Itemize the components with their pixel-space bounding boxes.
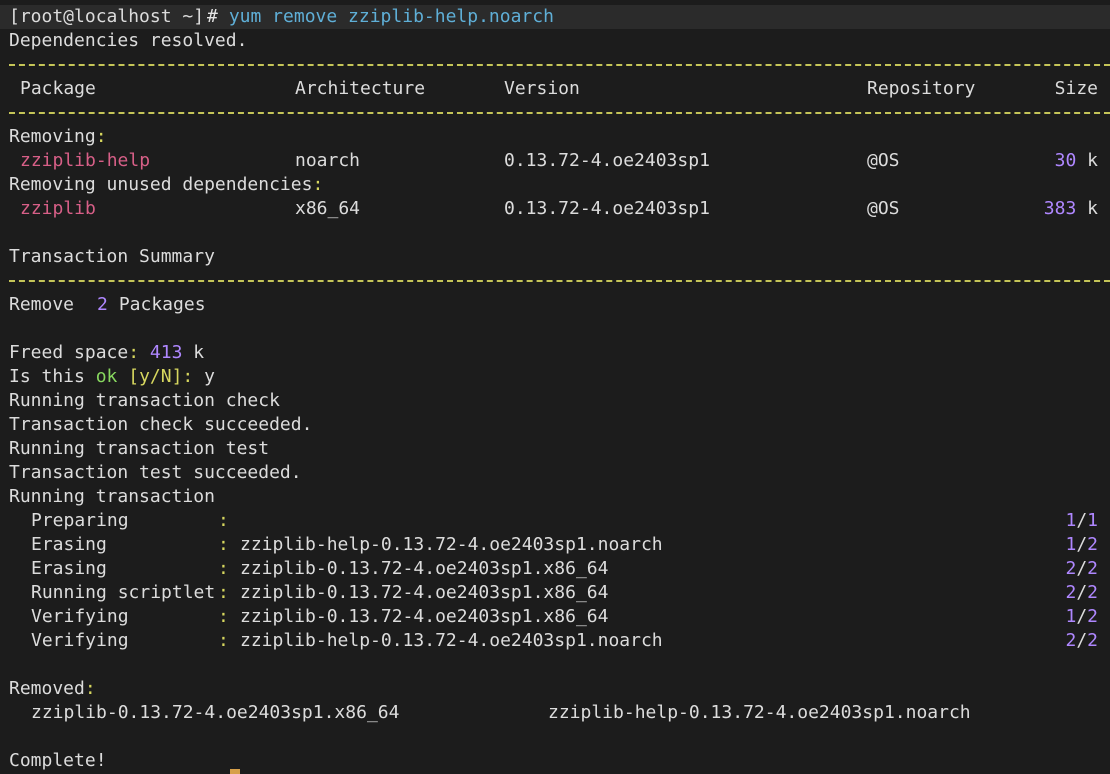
confirm-answer: y xyxy=(193,366,215,387)
terminal-cursor xyxy=(230,769,240,774)
step-action: Running scriptlet xyxy=(31,582,216,603)
step-row: Erasing : zziplib-0.13.72-4.oe2403sp1.x8… xyxy=(31,558,1098,579)
row-size-unit: k xyxy=(1076,150,1098,171)
header-version: Version xyxy=(504,78,580,99)
prompt-user-host: [root@localhost ~] xyxy=(9,6,205,27)
complete-text: Complete! xyxy=(9,750,107,771)
row-arch: noarch xyxy=(295,150,361,171)
header-architecture: Architecture xyxy=(295,78,426,99)
step-target: zziplib-0.13.72-4.oe2403sp1.x86_64 xyxy=(240,582,609,603)
remove-count-line: Remove 2 Packages xyxy=(0,293,1110,317)
step-target: zziplib-0.13.72-4.oe2403sp1.x86_64 xyxy=(240,558,609,579)
transaction-message: Running transaction xyxy=(9,486,215,507)
step-target: zziplib-0.13.72-4.oe2403sp1.x86_64 xyxy=(240,606,609,627)
step-progress-den: 2 xyxy=(1087,582,1098,603)
summary-title: Transaction Summary xyxy=(9,246,215,267)
freed-label: Freed space xyxy=(9,342,129,363)
deps-resolved-text: Dependencies resolved. xyxy=(9,30,248,51)
transaction-message: Running transaction check xyxy=(9,390,280,411)
section-title: Removing: xyxy=(9,126,107,147)
step-progress-num: 2 xyxy=(1065,558,1077,579)
separator-line xyxy=(0,269,1110,293)
separator-rule xyxy=(9,112,1110,114)
header-size: Size xyxy=(1054,78,1098,99)
table-row: zziplib x86_64 0.13.72-4.oe2403sp1 @OS 3… xyxy=(0,197,1110,221)
row-size-unit: k xyxy=(1076,198,1098,219)
step-progress-den: 2 xyxy=(1087,630,1098,651)
step-progress-den: 1 xyxy=(1087,510,1098,531)
step-progress-num: 1 xyxy=(1065,534,1077,555)
step-progress-den: 2 xyxy=(1087,606,1098,627)
row-arch: x86_64 xyxy=(295,198,361,219)
remove-label: Remove xyxy=(9,294,75,315)
transaction-message: Running transaction test xyxy=(9,438,270,459)
row-size-value: 30 xyxy=(1054,150,1077,171)
step-row: Preparing : 1/1 xyxy=(31,510,1098,531)
freed-value: 413 xyxy=(149,342,183,363)
removed-title: Removed xyxy=(9,678,85,699)
confirm-prefix: Is this xyxy=(9,366,96,387)
step-action: Erasing xyxy=(31,534,107,555)
separator-rule xyxy=(9,280,1110,282)
step-progress-den: 2 xyxy=(1087,558,1098,579)
table-row: zziplib-help noarch 0.13.72-4.oe2403sp1 … xyxy=(0,149,1110,173)
section-unused-deps-label: Removing unused dependencies xyxy=(9,174,313,195)
removed-item: zziplib-0.13.72-4.oe2403sp1.x86_64 xyxy=(31,702,400,723)
step-row: Erasing : zziplib-help-0.13.72-4.oe2403s… xyxy=(31,534,1098,555)
confirm-line: Is this ok [y/N]: y xyxy=(9,366,215,387)
row-repo: @OS xyxy=(867,198,900,219)
summary-title-line: Transaction Summary xyxy=(0,245,1110,269)
prompt-mark: # xyxy=(207,6,218,27)
row-version: 0.13.72-4.oe2403sp1 xyxy=(504,150,710,171)
transaction-message: Transaction test succeeded. xyxy=(9,462,302,483)
step-action: Verifying xyxy=(31,606,129,627)
terminal-window[interactable]: [root@localhost ~] # yum remove zziplib-h… xyxy=(0,0,1110,774)
transaction-message: Transaction check succeeded. xyxy=(9,414,313,435)
step-target: zziplib-help-0.13.72-4.oe2403sp1.noarch xyxy=(240,630,663,651)
row-repo: @OS xyxy=(867,150,900,171)
step-target: zziplib-help-0.13.72-4.oe2403sp1.noarch xyxy=(240,534,663,555)
complete-line: Complete! xyxy=(0,749,1110,773)
removed-item: zziplib-help-0.13.72-4.oe2403sp1.noarch xyxy=(548,702,971,723)
row-package: zziplib-help xyxy=(20,150,151,171)
section-removing-label: Removing xyxy=(9,126,96,147)
step-progress-num: 2 xyxy=(1065,630,1077,651)
separator-rule xyxy=(9,64,1110,66)
step-progress-num: 2 xyxy=(1065,582,1077,603)
freed-space-line: Freed space: 413 k xyxy=(9,342,205,363)
separator-line xyxy=(0,53,1110,77)
step-progress-den: 2 xyxy=(1087,534,1098,555)
step-action: Preparing xyxy=(31,510,129,531)
step-row: Verifying : zziplib-0.13.72-4.oe2403sp1.… xyxy=(31,606,1098,627)
confirm-ok: ok xyxy=(95,366,118,387)
removed-title-line: Removed: xyxy=(9,678,96,699)
step-progress-num: 1 xyxy=(1065,606,1077,627)
row-size-value: 383 xyxy=(1043,198,1077,219)
header-package: Package xyxy=(20,78,96,99)
step-action: Erasing xyxy=(31,558,107,579)
step-progress-num: 1 xyxy=(1065,510,1077,531)
separator-line xyxy=(0,101,1110,125)
row-package: zziplib xyxy=(20,198,96,219)
output-line: Dependencies resolved. xyxy=(0,29,1110,53)
step-row: Running scriptlet : zziplib-0.13.72-4.oe… xyxy=(31,582,1098,603)
step-row: Verifying : zziplib-help-0.13.72-4.oe240… xyxy=(31,630,1098,651)
freed-unit: k xyxy=(182,342,205,363)
header-repository: Repository xyxy=(867,78,976,99)
command-text: yum remove zziplib-help.noarch xyxy=(218,6,554,27)
removed-list: zziplib-0.13.72-4.oe2403sp1.x86_64 zzipl… xyxy=(0,701,1110,725)
table-header: Package Architecture Version Repository … xyxy=(0,77,1110,101)
packages-word: Packages xyxy=(108,294,206,315)
remove-count: 2 xyxy=(97,294,108,315)
step-action: Verifying xyxy=(31,630,129,651)
command-line: [root@localhost ~] # yum remove zziplib-h… xyxy=(0,5,1110,29)
confirm-options: [y/N] xyxy=(128,366,183,387)
row-version: 0.13.72-4.oe2403sp1 xyxy=(504,198,710,219)
section-title: Removing unused dependencies: xyxy=(9,174,324,195)
